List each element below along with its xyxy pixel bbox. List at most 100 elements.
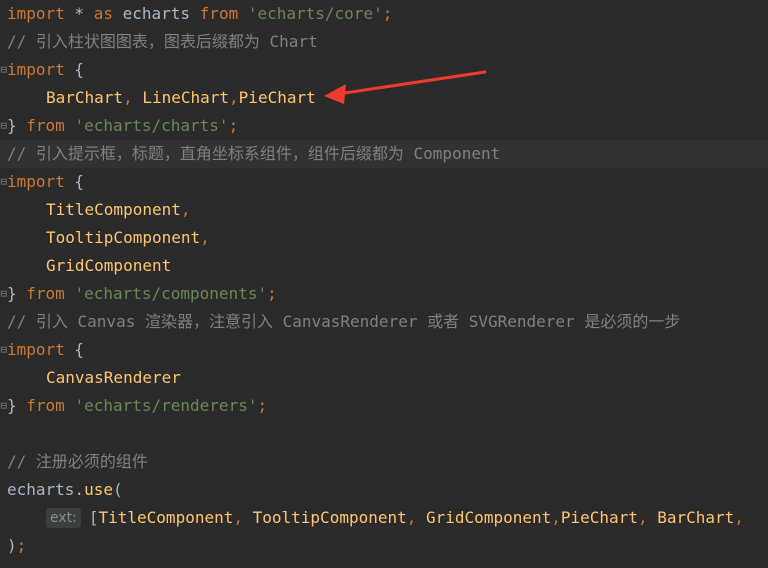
code-token: , <box>551 508 561 527</box>
code-line[interactable]: ⊟} from 'echarts/components'; <box>0 280 768 308</box>
code-token: , <box>123 88 143 107</box>
code-token: { <box>64 60 85 79</box>
code-token: echarts. <box>7 480 85 499</box>
fold-toggle-icon[interactable]: ⊟ <box>0 56 7 84</box>
code-token: ; <box>257 396 268 415</box>
fold-toggle-icon[interactable]: ⊟ <box>0 168 7 196</box>
code-text: ext: [TitleComponent, TooltipComponent, G… <box>46 504 744 532</box>
code-token: import <box>7 340 65 359</box>
fold-toggle-icon[interactable]: ⊟ <box>0 112 7 140</box>
code-token: ; <box>267 284 277 303</box>
code-token: GridComponent <box>46 256 172 275</box>
code-text: // 引入提示框，标题，直角坐标系组件，组件后缀都为 Component <box>7 140 500 168</box>
code-text: // 引入 Canvas 渲染器，注意引入 CanvasRenderer 或者 … <box>7 308 680 336</box>
code-token: } <box>7 396 27 415</box>
code-token: BarChart <box>46 88 124 107</box>
code-token: { <box>64 340 85 359</box>
code-token: } <box>7 284 27 303</box>
code-token: from <box>26 116 65 135</box>
code-line[interactable]: import * as echarts from 'echarts/core'; <box>0 0 768 28</box>
code-token: , <box>200 228 210 247</box>
code-text: } from 'echarts/components'; <box>7 280 277 308</box>
code-text: TitleComponent, <box>46 196 191 224</box>
code-line[interactable]: // 引入 Canvas 渲染器，注意引入 CanvasRenderer 或者 … <box>0 308 768 336</box>
code-text: import { <box>7 168 84 196</box>
code-token: use <box>84 480 113 499</box>
code-token: CanvasRenderer <box>46 368 181 387</box>
code-line[interactable]: CanvasRenderer <box>0 364 768 392</box>
code-text: import { <box>7 56 84 84</box>
code-token: , <box>406 508 427 527</box>
code-line[interactable]: ); <box>0 532 768 560</box>
code-text: GridComponent <box>46 252 171 280</box>
code-token: TooltipComponent <box>252 508 407 527</box>
code-text: // 注册必须的组件 <box>7 448 148 476</box>
code-token: ; <box>16 536 27 555</box>
code-line[interactable]: // 引入柱状图图表，图表后缀都为 Chart <box>0 28 768 56</box>
code-line[interactable]: ⊟} from 'echarts/renderers'; <box>0 392 768 420</box>
code-token: { <box>64 172 85 191</box>
code-token: import <box>7 60 65 79</box>
fold-toggle-icon[interactable]: ⊟ <box>0 280 7 308</box>
code-token: import <box>7 172 65 191</box>
code-token: [ <box>88 508 99 527</box>
fold-toggle-icon[interactable]: ⊟ <box>0 392 7 420</box>
code-token: echarts <box>112 4 200 23</box>
code-line[interactable]: ⊟} from 'echarts/charts'; <box>0 112 768 140</box>
code-token: GridComponent <box>426 508 552 527</box>
code-line[interactable]: echarts.use( <box>0 476 768 504</box>
code-text: TooltipComponent, <box>46 224 210 252</box>
code-token: , <box>637 508 658 527</box>
code-token: // 注册必须的组件 <box>7 452 148 471</box>
code-text: BarChart, LineChart,PieChart <box>46 84 316 112</box>
code-line[interactable]: GridComponent <box>0 252 768 280</box>
code-token: PieChart <box>560 508 638 527</box>
code-token: , <box>229 88 239 107</box>
code-token: 'echarts/charts' <box>74 116 229 135</box>
code-token: 'echarts/components' <box>74 284 268 303</box>
code-token: 'echarts/renderers' <box>74 396 258 415</box>
code-token: from <box>26 284 65 303</box>
code-token: // 引入柱状图图表，图表后缀都为 Chart <box>7 32 318 51</box>
code-text: CanvasRenderer <box>46 364 181 392</box>
code-token: from <box>26 396 65 415</box>
code-token: , <box>180 200 191 219</box>
code-token: ( <box>112 480 123 499</box>
parameter-hint: ext: <box>46 508 81 528</box>
code-text: // 引入柱状图图表，图表后缀都为 Chart <box>7 28 318 56</box>
code-token: // 引入 Canvas 渲染器，注意引入 CanvasRenderer 或者 … <box>7 312 681 331</box>
code-line[interactable]: BarChart, LineChart,PieChart <box>0 84 768 112</box>
code-token: BarChart <box>657 508 735 527</box>
code-line[interactable]: TitleComponent, <box>0 196 768 224</box>
code-line-current[interactable]: // 引入提示框，标题，直角坐标系组件，组件后缀都为 Component <box>0 140 768 168</box>
code-text: echarts.use( <box>7 476 123 504</box>
code-text: import * as echarts from 'echarts/core'; <box>7 0 392 28</box>
code-token: * <box>64 4 94 23</box>
fold-toggle-icon[interactable]: ⊟ <box>0 336 7 364</box>
code-text: import { <box>7 336 84 364</box>
code-line[interactable]: ⊟ import { <box>0 168 768 196</box>
code-token: ; <box>228 116 239 135</box>
code-token: as <box>93 4 113 23</box>
code-line[interactable] <box>0 420 768 448</box>
code-line[interactable]: TooltipComponent, <box>0 224 768 252</box>
code-editor[interactable]: import * as echarts from 'echarts/core';… <box>0 0 768 568</box>
code-token: import <box>7 4 65 23</box>
code-token: } <box>7 116 27 135</box>
code-text: } from 'echarts/charts'; <box>7 112 238 140</box>
code-token: , <box>734 508 744 527</box>
code-text: } from 'echarts/renderers'; <box>7 392 267 420</box>
code-token: TooltipComponent <box>46 228 201 247</box>
code-token: ) <box>7 536 17 555</box>
code-text: ); <box>7 532 26 560</box>
code-line[interactable]: // 注册必须的组件 <box>0 448 768 476</box>
code-line[interactable]: ⊟ import { <box>0 336 768 364</box>
code-line[interactable]: ⊟ import { <box>0 56 768 84</box>
code-token: from <box>199 4 239 23</box>
code-line[interactable]: ext: [TitleComponent, TooltipComponent, G… <box>0 504 768 532</box>
code-token: ; <box>382 4 393 23</box>
